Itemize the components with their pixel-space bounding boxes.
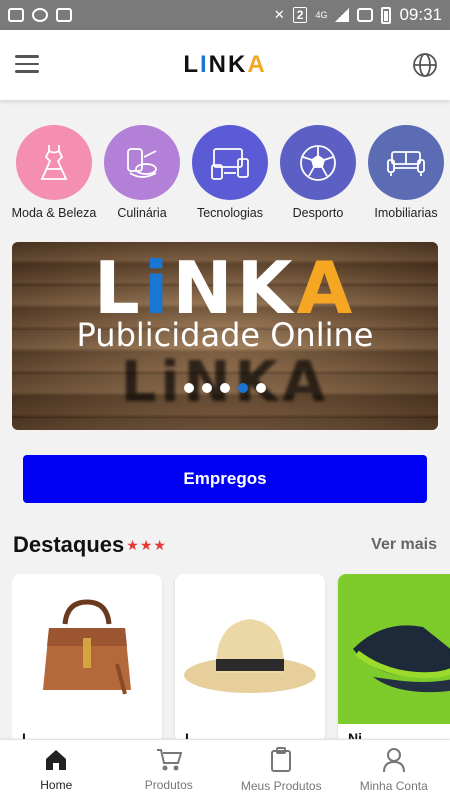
carousel-dot[interactable] xyxy=(256,383,266,393)
battery-icon xyxy=(381,6,392,24)
logo-part-i: I xyxy=(199,51,209,78)
product-name: L... xyxy=(185,730,206,739)
notification-count: 2 xyxy=(292,7,308,23)
nav-label: Home xyxy=(40,778,73,792)
carousel-dot[interactable] xyxy=(184,383,194,393)
nav-minha-conta[interactable]: Minha Conta xyxy=(338,740,450,800)
app-bar: LINKA xyxy=(0,30,450,100)
devices-icon xyxy=(211,147,249,180)
category-icon-bg xyxy=(104,125,180,200)
clipboard-icon xyxy=(271,747,292,772)
globe-icon xyxy=(413,53,437,77)
category-label: Desporto xyxy=(292,206,344,220)
soccer-ball-icon xyxy=(300,144,336,181)
category-label: Imobiliarias xyxy=(374,206,438,220)
product-card[interactable]: Ni... xyxy=(338,574,450,739)
whatsapp-notification-icon xyxy=(32,8,48,22)
category-imobiliarias[interactable]: Imobiliarias xyxy=(368,125,444,220)
app-logo: LINKA xyxy=(183,51,266,79)
logo-part-l: L xyxy=(183,51,200,78)
product-card[interactable]: L... xyxy=(12,574,162,739)
carousel-dot-active[interactable] xyxy=(238,383,248,393)
language-button[interactable] xyxy=(412,52,438,78)
bottom-navigation: Home Produtos Meus Produtos Minha Conta xyxy=(0,740,450,800)
category-icon-bg xyxy=(280,125,356,200)
carousel-dot[interactable] xyxy=(220,383,230,393)
hat-image xyxy=(175,574,325,724)
clock: 09:31 xyxy=(399,5,442,24)
category-label: Tecnologias xyxy=(196,206,263,220)
category-icon-bg xyxy=(16,125,92,200)
category-culinaria[interactable]: Culinária xyxy=(104,125,180,220)
home-icon xyxy=(46,750,67,770)
see-more-link[interactable]: Ver mais xyxy=(371,536,437,554)
logo-part-nk: NK xyxy=(208,51,248,78)
nav-produtos[interactable]: Produtos xyxy=(113,740,226,800)
jobs-button[interactable]: Empregos xyxy=(23,455,427,503)
category-tecnologias[interactable]: Tecnologias xyxy=(192,125,268,220)
dress-icon xyxy=(40,144,68,180)
featured-products: L... L... Ni... xyxy=(12,574,450,739)
cart-icon xyxy=(156,749,182,771)
nav-meus-produtos[interactable]: Meus Produtos xyxy=(225,740,338,800)
featured-stars: ★★★ xyxy=(126,536,167,553)
status-bar: ✕ 2 4G 09:31 xyxy=(0,0,450,30)
menu-button[interactable] xyxy=(15,55,39,75)
network-type: 4G xyxy=(315,10,328,20)
hamburger-line xyxy=(15,70,39,73)
nav-home[interactable]: Home xyxy=(0,740,113,800)
handbag-image xyxy=(12,574,162,724)
gmail-notification-icon xyxy=(56,8,72,22)
mute-icon: ✕ xyxy=(273,7,285,22)
category-list: Moda & Beleza Culinária Tecnologias Desp… xyxy=(0,125,450,220)
category-label: Culinária xyxy=(117,206,167,220)
carousel-dot[interactable] xyxy=(202,383,212,393)
nav-label: Minha Conta xyxy=(359,779,428,793)
product-card[interactable]: L... xyxy=(175,574,325,739)
hamburger-line xyxy=(15,62,39,65)
carousel-dots xyxy=(12,383,438,393)
category-icon-bg xyxy=(192,125,268,200)
product-name: L... xyxy=(22,730,43,739)
hamburger-icon xyxy=(15,55,39,58)
sofa-icon xyxy=(387,150,425,176)
category-label: Moda & Beleza xyxy=(11,206,97,220)
nav-label: Produtos xyxy=(144,778,193,792)
category-desporto[interactable]: Desporto xyxy=(280,125,356,220)
sneakers-image xyxy=(338,574,450,724)
screenshot-icon xyxy=(357,8,374,22)
user-icon xyxy=(382,748,405,773)
gallery-notification-icon xyxy=(8,8,24,22)
featured-title: Destaques xyxy=(13,532,125,557)
banner-title: Publicidade Online xyxy=(76,316,374,354)
nav-label: Meus Produtos xyxy=(240,779,322,793)
featured-header: Destaques ★★★ Ver mais xyxy=(13,532,437,558)
cooking-icon xyxy=(127,147,157,178)
category-icon-bg xyxy=(368,125,444,200)
signal-icon xyxy=(335,8,350,22)
product-name: Ni... xyxy=(348,730,374,739)
category-moda-beleza[interactable]: Moda & Beleza xyxy=(12,125,96,220)
promo-banner[interactable]: LiNKA Publicidade Online LiNKA xyxy=(12,242,438,430)
logo-part-a: A xyxy=(247,51,267,78)
